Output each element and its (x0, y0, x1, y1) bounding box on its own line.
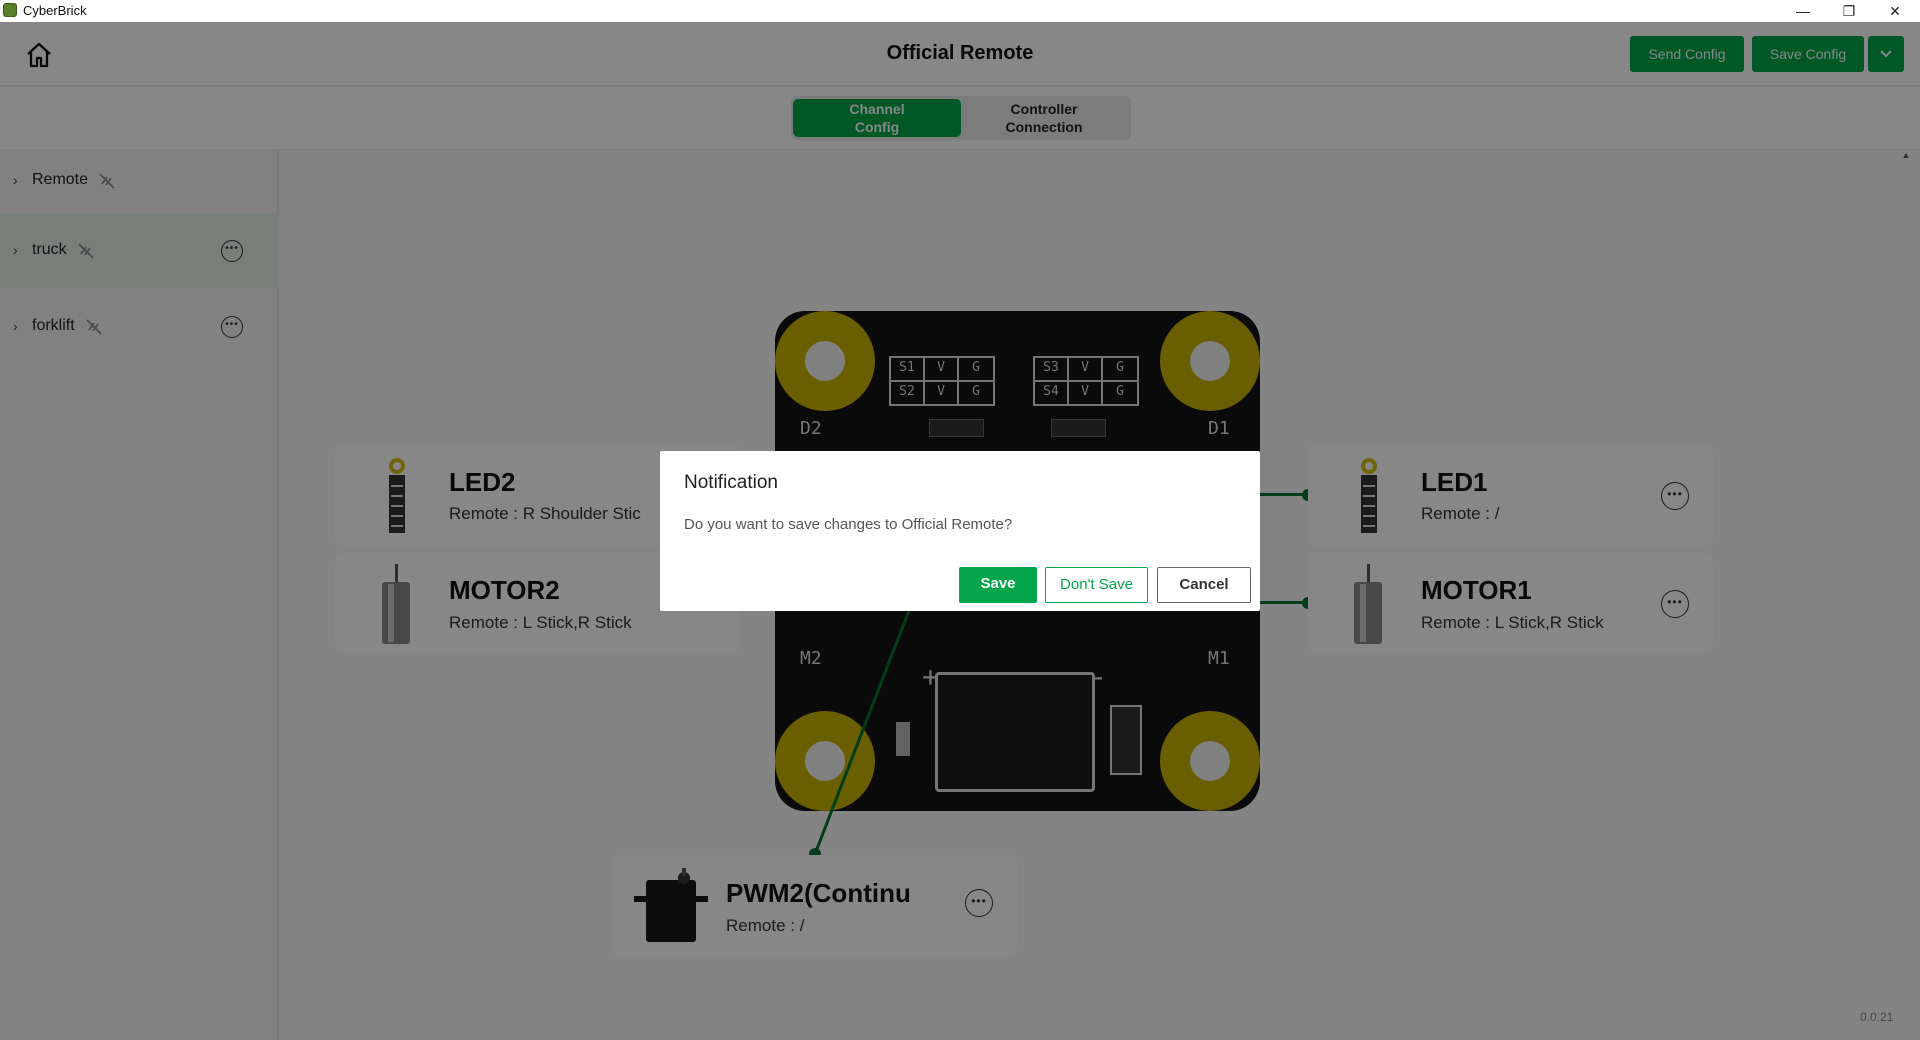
dialog-message: Do you want to save changes to Official … (684, 516, 1013, 533)
dialog-save-button[interactable]: Save (959, 567, 1037, 603)
close-button[interactable]: ✕ (1872, 0, 1918, 22)
dialog-cancel-button[interactable]: Cancel (1157, 567, 1251, 603)
window-title: CyberBrick (23, 3, 87, 18)
restore-button[interactable]: ❐ (1826, 0, 1872, 22)
app-logo-icon (3, 3, 17, 17)
window-title-bar (0, 0, 1920, 22)
dialog-dont-save-button[interactable]: Don't Save (1045, 567, 1148, 603)
dialog-title: Notification (684, 472, 778, 493)
minimize-button[interactable]: — (1780, 0, 1826, 22)
